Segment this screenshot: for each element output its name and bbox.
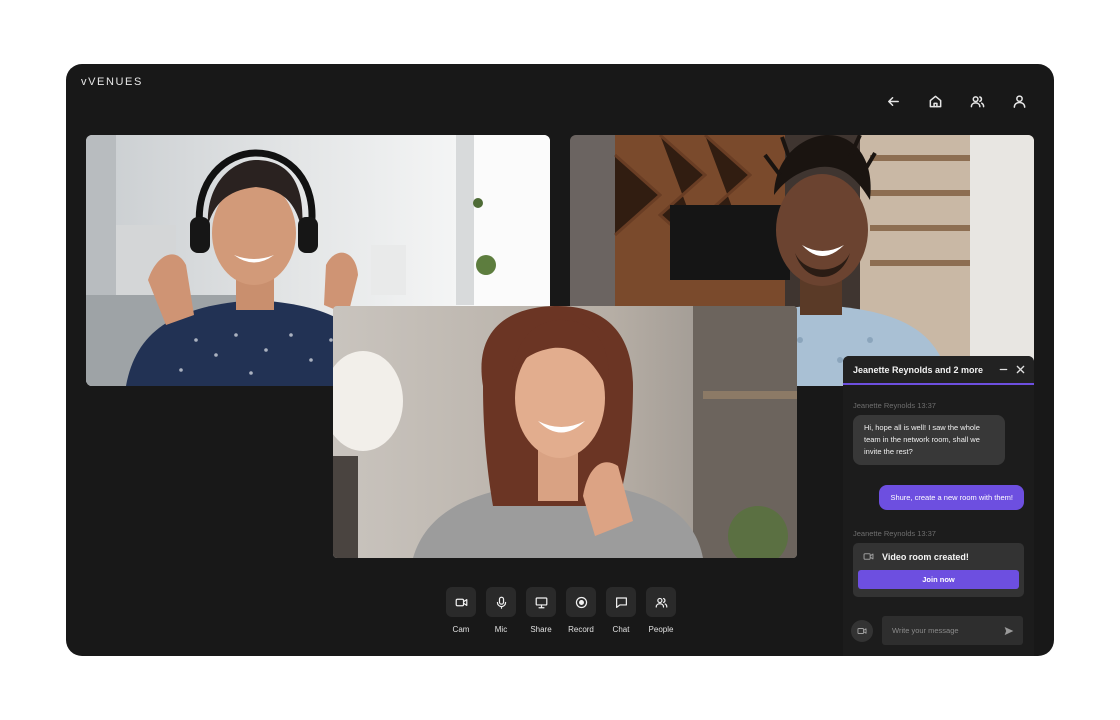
call-controls: Cam Mic Share Record Chat People [446,587,676,634]
message-composer [851,616,1023,645]
video-icon [863,553,874,560]
chat-label: Chat [612,625,630,634]
profile-icon [1013,94,1025,108]
camera-icon [455,598,467,606]
chat-icon [615,596,627,608]
back-arrow-icon [887,96,899,106]
microphone-icon [496,596,506,609]
chat-header: Jeanette Reynolds and 2 more [843,356,1034,385]
message-input[interactable] [892,626,992,635]
video-icon [857,627,867,634]
video-room-card: Video room created! Join now [853,543,1024,597]
video-call-window: vVENUES Cam Mic Share Record Chat People… [66,64,1054,656]
chat-control[interactable]: Chat [606,587,636,634]
record-label: Record [568,625,594,634]
participant-video-3[interactable] [333,306,797,558]
people-icon [655,597,667,608]
chat-window-actions [998,365,1025,375]
record-control[interactable]: Record [566,587,596,634]
record-button[interactable] [566,587,596,617]
share-button[interactable] [526,587,556,617]
chat-panel: Jeanette Reynolds and 2 more Jeanette Re… [843,356,1034,656]
cam-control[interactable]: Cam [446,587,476,634]
minimize-icon [999,368,1007,371]
message-meta: Jeanette Reynolds 13:37 [853,401,936,410]
home-button[interactable] [924,90,946,112]
people-control[interactable]: People [646,587,676,634]
people-label: People [648,625,674,634]
share-control[interactable]: Share [526,587,556,634]
participant-3-image [333,306,797,558]
share-label: Share [530,625,552,634]
monitor-icon [535,596,547,608]
message-field [882,616,1023,645]
app-logo: vVENUES [81,76,143,88]
close-icon [1016,365,1024,374]
cam-label: Cam [452,625,470,634]
record-icon [575,596,587,608]
back-button[interactable] [882,90,904,112]
chat-button[interactable] [606,587,636,617]
mic-label: Mic [494,625,508,634]
mic-button[interactable] [486,587,516,617]
profile-button[interactable] [1008,90,1030,112]
join-now-button[interactable]: Join now [858,570,1019,589]
message-meta: Jeanette Reynolds 13:37 [853,529,936,538]
video-attach-button[interactable] [851,619,873,642]
cam-button[interactable] [446,587,476,617]
people-icon [970,95,984,107]
people-control-button[interactable] [646,587,676,617]
chat-title: Jeanette Reynolds and 2 more [853,364,984,375]
people-button[interactable] [966,90,988,112]
minimize-button[interactable] [998,365,1008,375]
mic-control[interactable]: Mic [486,587,516,634]
incoming-message: Hi, hope all is well! I saw the whole te… [853,415,1005,465]
top-navigation [882,90,1030,112]
close-button[interactable] [1015,365,1025,375]
outgoing-message: Shure, create a new room with them! [879,485,1024,510]
video-room-title: Video room created! [882,551,969,562]
send-button[interactable] [1003,625,1015,637]
home-icon [929,95,941,107]
send-icon [1004,626,1014,635]
